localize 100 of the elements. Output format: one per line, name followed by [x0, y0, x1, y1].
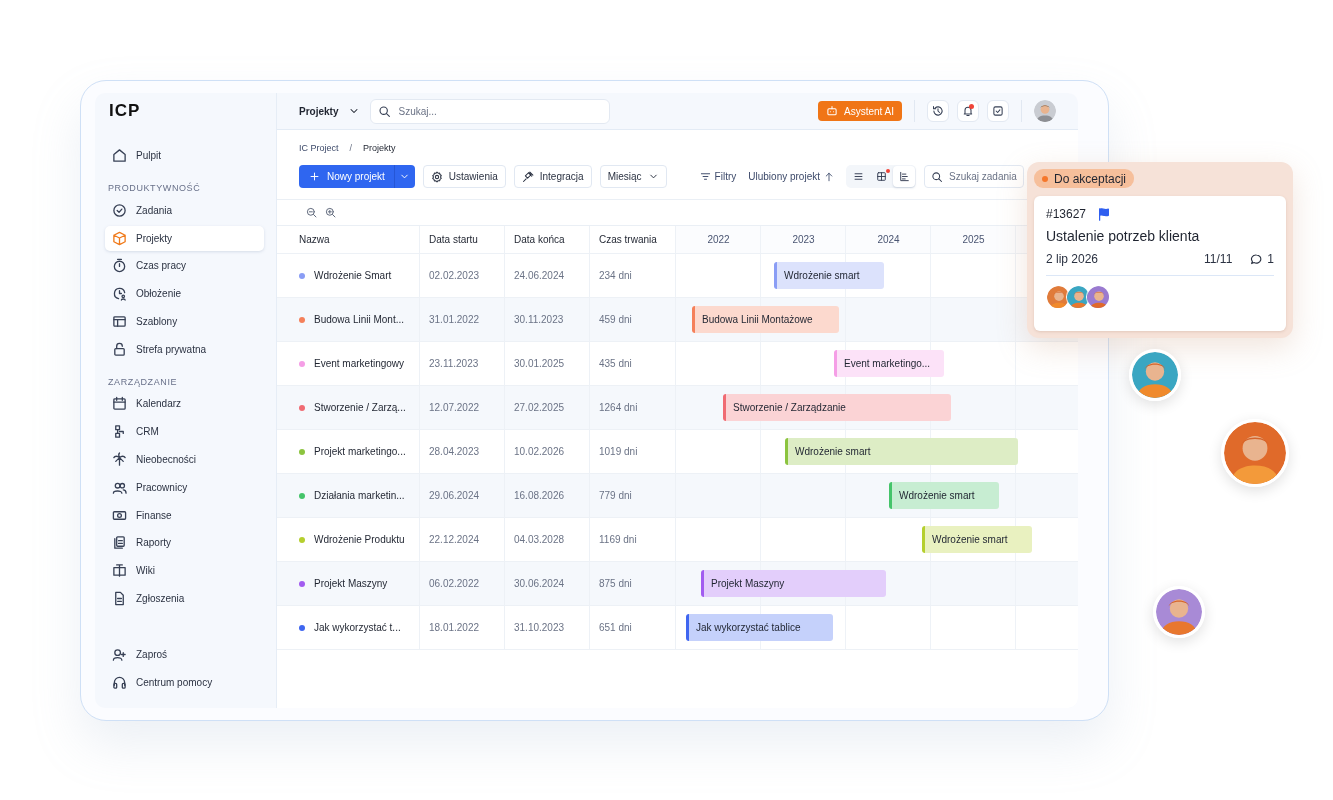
table-cell: 435 dni [590, 342, 676, 385]
table-cell: 22.12.2024 [420, 518, 505, 561]
project-name: Projekt Maszyny [314, 578, 388, 589]
table-cell: 18.01.2022 [420, 606, 505, 649]
table-cell: 1169 dni [590, 518, 676, 561]
table-cell: 10.02.2026 [505, 430, 590, 473]
table-cell: 06.02.2022 [420, 562, 505, 605]
tasks-button[interactable] [987, 100, 1009, 122]
nav-item[interactable]: Raporty [105, 530, 264, 556]
calendar-icon [112, 396, 127, 412]
history-button[interactable] [927, 100, 949, 122]
gantt-bar[interactable]: Jak wykorzystać tablice [686, 614, 833, 641]
check-circle-icon [112, 202, 127, 218]
nav-item[interactable]: Pulpit [105, 143, 264, 168]
gantt-bar[interactable]: Wdrożenie smart [922, 526, 1032, 553]
checkbox-icon [992, 105, 1004, 117]
breadcrumb-current: Projekty [363, 143, 396, 153]
search-icon [931, 171, 943, 183]
plus-icon [309, 171, 320, 182]
table-cell: 651 dni [590, 606, 676, 649]
task-number: #13627 [1046, 207, 1087, 221]
task-card[interactable]: #13627 Ustalenie potrzeb klienta 2 lip 2026 11/11 1 [1034, 196, 1286, 331]
project-name: Wdrożenie Produktu [314, 534, 405, 545]
zoom-in-button[interactable] [325, 207, 336, 218]
gantt-bar[interactable]: Wdrożenie smart [785, 438, 1018, 465]
nav-item[interactable]: Finanse [105, 502, 264, 528]
sort-button[interactable]: Ulubiony projekt [748, 171, 834, 182]
table-cell: 30.11.2023 [505, 298, 590, 341]
nav-item[interactable]: Wiki [105, 558, 264, 584]
person-avatar [1132, 352, 1178, 398]
layout-icon [112, 313, 127, 329]
table-cell: 1019 dni [590, 430, 676, 473]
gantt-bar[interactable]: Projekt Maszyny [701, 570, 886, 597]
nav-item[interactable]: Nieobecności [105, 447, 264, 473]
section-dropdown[interactable]: Projekty [299, 105, 361, 117]
table-cell: 31.10.2023 [505, 606, 590, 649]
robot-icon [825, 105, 838, 117]
lock-icon [112, 341, 127, 357]
nav-section-heading: ZARZĄDZANIE [108, 377, 178, 388]
hierarchy-icon [112, 424, 127, 440]
breadcrumb-link[interactable]: IC Project [299, 143, 339, 153]
history-icon [932, 105, 944, 117]
document-stack-icon [112, 535, 127, 551]
table-cell: 04.03.2028 [505, 518, 590, 561]
nav-item[interactable]: Kalendarz [105, 391, 264, 417]
nav-item[interactable]: Projekty [105, 225, 264, 251]
cube-icon [112, 230, 127, 246]
table-cell: 23.11.2023 [420, 342, 505, 385]
table-cell: 16.08.2026 [505, 474, 590, 517]
nav-item[interactable]: Zgłoszenia [105, 585, 264, 611]
logo: ICP [109, 101, 141, 121]
gantt-bar[interactable]: Budowa Linii Montażowe [692, 306, 839, 333]
gantt-bar[interactable]: Stworzenie / Zarządzanie [723, 394, 951, 421]
filter-icon [699, 171, 711, 182]
nav-item[interactable]: Obłożenie [105, 281, 264, 307]
nav-item[interactable]: Czas pracy [105, 253, 264, 279]
zoom-out-button[interactable] [306, 207, 317, 218]
table-cell: 31.01.2022 [420, 298, 505, 341]
gantt-bar[interactable]: Wdrożenie smart [889, 482, 999, 509]
person-avatar [1156, 589, 1202, 635]
nav-item[interactable]: Pracownicy [105, 474, 264, 500]
due-date: 2 lip 2026 [1046, 252, 1099, 266]
project-name: Event marketingowy [314, 358, 405, 369]
project-name: Działania marketin... [314, 490, 405, 501]
nav-item[interactable]: Zaproś [105, 641, 264, 667]
period-dropdown[interactable]: Miesiąc [599, 165, 667, 188]
person-avatar [1087, 286, 1109, 308]
nav-item[interactable]: Centrum pomocy [105, 669, 264, 695]
clock-icon [112, 286, 127, 302]
home-icon [112, 148, 127, 163]
notifications-button[interactable] [957, 100, 979, 122]
search-field[interactable]: Szukaj... [370, 98, 611, 124]
filter-button[interactable]: Filtry [699, 171, 737, 182]
table-cell: 28.04.2023 [420, 430, 505, 473]
table-cell: 24.06.2024 [505, 254, 590, 297]
nav-item[interactable]: Szablony [105, 308, 264, 334]
zoom-in-icon [325, 207, 336, 218]
integration-button[interactable]: Integracja [513, 165, 592, 188]
plug-icon [521, 170, 534, 183]
task-search-field[interactable]: Szukaj zadania [924, 165, 1024, 188]
zoom-out-icon [306, 207, 317, 218]
headset-icon [112, 674, 127, 690]
document-icon [112, 590, 127, 606]
comment-count: 1 [1267, 252, 1274, 266]
list-icon [852, 171, 864, 182]
gantt-icon [898, 171, 910, 182]
nav-item[interactable]: Zadania [105, 197, 264, 223]
nav-item[interactable]: Strefa prywatna [105, 336, 264, 362]
nav-item[interactable]: CRM [105, 419, 264, 445]
palm-tree-icon [112, 452, 127, 468]
grid-icon [875, 171, 887, 182]
gantt-bar[interactable]: Event marketingo... [834, 350, 944, 377]
person-avatar [1047, 286, 1069, 308]
gantt-view-button[interactable] [893, 166, 915, 187]
book-icon [112, 563, 127, 579]
table-cell: 459 dni [590, 298, 676, 341]
status-badge: Do akceptacji [1034, 169, 1135, 188]
settings-button[interactable]: Ustawienia [422, 165, 506, 188]
gantt-bar[interactable]: Wdrożenie smart [774, 262, 884, 289]
person-avatar [1067, 286, 1089, 308]
